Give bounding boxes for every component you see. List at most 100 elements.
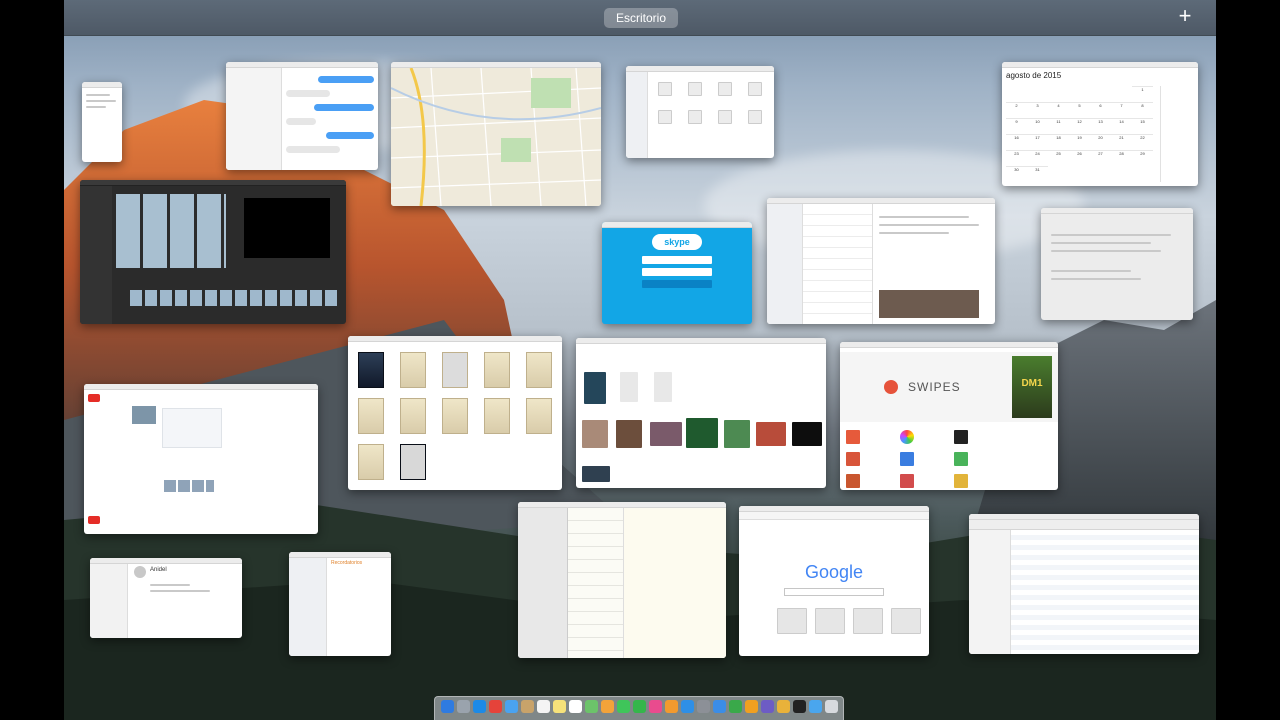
photo-thumbnail[interactable]: [650, 422, 682, 446]
reminders-icon[interactable]: [569, 700, 582, 713]
calendar-day[interactable]: 5: [1069, 102, 1090, 118]
calendar-day[interactable]: 10: [1027, 118, 1048, 134]
calendar-day[interactable]: 12: [1069, 118, 1090, 134]
desktop-space-button[interactable]: Escritorio: [604, 8, 678, 28]
app-store-icon[interactable]: [681, 700, 694, 713]
calendar-day[interactable]: 29: [1132, 150, 1153, 166]
calendar-day[interactable]: 4: [1048, 102, 1069, 118]
window-app-store[interactable]: SWIPES DM1: [840, 342, 1058, 490]
calendar-day[interactable]: 3: [1027, 102, 1048, 118]
calendar-day[interactable]: 30: [1006, 166, 1027, 182]
app-icon[interactable]: [954, 430, 968, 444]
window-contacts[interactable]: Anidel: [90, 558, 242, 638]
itunes-icon[interactable]: [649, 700, 662, 713]
video-thumbnail[interactable]: [132, 406, 156, 424]
pages-icon[interactable]: [745, 700, 758, 713]
book-cover[interactable]: [400, 398, 426, 434]
ibooks-icon[interactable]: [665, 700, 678, 713]
app-icon[interactable]: [954, 452, 968, 466]
note-editor[interactable]: [624, 508, 726, 658]
window-skype[interactable]: skype: [602, 222, 752, 324]
book-cover[interactable]: [484, 352, 510, 388]
app-icon[interactable]: [954, 474, 968, 488]
window-system-preferences[interactable]: [1041, 208, 1193, 320]
file-icon[interactable]: [658, 110, 672, 124]
photo-thumbnail[interactable]: [724, 420, 750, 448]
window-itunes[interactable]: [969, 514, 1199, 654]
book-cover[interactable]: [526, 398, 552, 434]
calendar-day[interactable]: 17: [1027, 134, 1048, 150]
calendar-icon[interactable]: [537, 700, 550, 713]
messages-icon[interactable]: [617, 700, 630, 713]
file-icon[interactable]: [748, 110, 762, 124]
book-cover[interactable]: [358, 398, 384, 434]
calendar-day[interactable]: 22: [1132, 134, 1153, 150]
app-icon[interactable]: [900, 452, 914, 466]
photo-thumbnail[interactable]: [756, 422, 786, 446]
calendar-day[interactable]: 19: [1069, 134, 1090, 150]
top-site-tile[interactable]: [891, 608, 921, 634]
app-icon[interactable]: [846, 452, 860, 466]
contacts-icon[interactable]: [521, 700, 534, 713]
keynote-icon[interactable]: [713, 700, 726, 713]
game-icon[interactable]: [793, 700, 806, 713]
photo-thumbnail[interactable]: [582, 466, 610, 482]
top-site-tile[interactable]: [777, 608, 807, 634]
calendar-day[interactable]: 6: [1090, 102, 1111, 118]
calendar-day[interactable]: 27: [1090, 150, 1111, 166]
window-ibooks[interactable]: [348, 336, 562, 490]
google-search-input[interactable]: [784, 588, 884, 596]
calendar-day[interactable]: 26: [1069, 150, 1090, 166]
finder-icon[interactable]: [441, 700, 454, 713]
file-icon[interactable]: [688, 110, 702, 124]
launchpad-icon[interactable]: [457, 700, 470, 713]
top-site-tile[interactable]: [853, 608, 883, 634]
chrome-canary-icon[interactable]: [777, 700, 790, 713]
top-site-tile[interactable]: [815, 608, 845, 634]
calendar-day[interactable]: 9: [1006, 118, 1027, 134]
photo-thumbnail[interactable]: [620, 372, 638, 402]
calendar-day[interactable]: 25: [1048, 150, 1069, 166]
calendar-day[interactable]: 8: [1132, 102, 1153, 118]
file-icon[interactable]: [748, 82, 762, 96]
file-icon[interactable]: [688, 82, 702, 96]
book-cover[interactable]: [442, 352, 468, 388]
window-notes[interactable]: [518, 502, 726, 658]
calendar-day[interactable]: 21: [1111, 134, 1132, 150]
book-cover[interactable]: [358, 352, 384, 388]
window-imovie[interactable]: [80, 180, 346, 324]
app-icon[interactable]: [846, 430, 860, 444]
calendar-day[interactable]: 20: [1090, 134, 1111, 150]
window-maps[interactable]: [391, 62, 601, 206]
calendar-day[interactable]: 1: [1132, 86, 1153, 102]
skype-sign-in-button[interactable]: [642, 280, 712, 288]
window-messages[interactable]: [226, 62, 378, 170]
book-cover[interactable]: [400, 444, 426, 480]
game-banner[interactable]: DM1: [1012, 356, 1052, 418]
book-cover[interactable]: [400, 352, 426, 388]
skype-username-field[interactable]: [642, 256, 712, 264]
calendar-day[interactable]: 14: [1111, 118, 1132, 134]
imovie-icon[interactable]: [761, 700, 774, 713]
system-preferences-icon[interactable]: [697, 700, 710, 713]
downloads-folder-icon[interactable]: [809, 700, 822, 713]
photos-icon[interactable]: [601, 700, 614, 713]
window-safari-youtube[interactable]: [84, 384, 318, 534]
calendar-day[interactable]: 18: [1048, 134, 1069, 150]
book-cover[interactable]: [526, 352, 552, 388]
app-icon[interactable]: [846, 474, 860, 488]
trash-icon[interactable]: [825, 700, 838, 713]
file-icon[interactable]: [718, 82, 732, 96]
calendar-day[interactable]: 16: [1006, 134, 1027, 150]
book-cover[interactable]: [442, 398, 468, 434]
calendar-day[interactable]: 7: [1111, 102, 1132, 118]
safari-icon[interactable]: [473, 700, 486, 713]
calendar-day[interactable]: 31: [1027, 166, 1048, 182]
window-reminders[interactable]: Recordatorios: [289, 552, 391, 656]
calendar-day[interactable]: 28: [1111, 150, 1132, 166]
photo-thumbnail[interactable]: [792, 422, 822, 446]
calendar-day[interactable]: 15: [1132, 118, 1153, 134]
calendar-day[interactable]: 2: [1006, 102, 1027, 118]
add-space-button[interactable]: +: [1174, 5, 1196, 27]
book-cover[interactable]: [358, 444, 384, 480]
